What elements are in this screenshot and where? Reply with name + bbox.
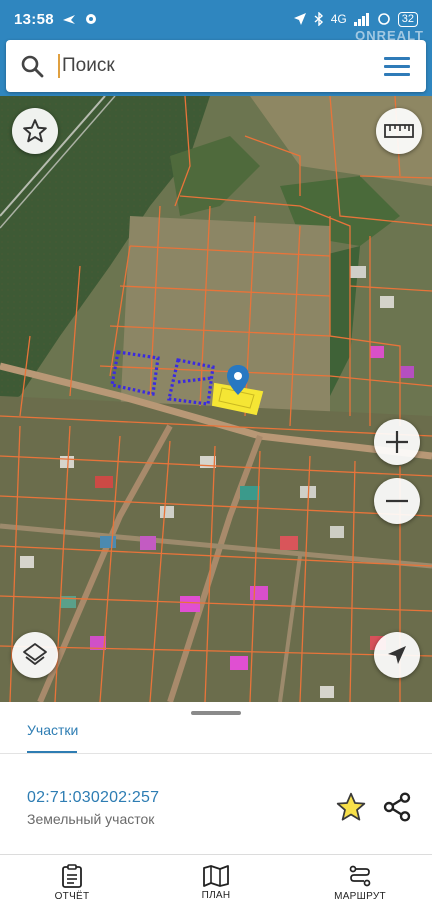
search-bar <box>6 40 426 92</box>
zoom-in-button[interactable] <box>374 419 420 465</box>
app-screen: 13:58 4G 32 ONREALT Поиск Участки 02:71:… <box>0 0 432 910</box>
settings-gear-icon <box>85 14 96 24</box>
layers-icon <box>23 643 47 665</box>
share-icon[interactable] <box>381 791 413 823</box>
ruler-icon <box>384 124 414 138</box>
zoom-in-icon <box>386 431 408 453</box>
nav-route-label: МАРШРУТ <box>334 891 386 902</box>
nav-report[interactable]: ОТЧЁТ <box>0 856 144 910</box>
map-plan-icon <box>203 865 229 887</box>
parcel-cadastral-number[interactable]: 02:71:030202:257 <box>27 789 159 807</box>
tab-divider <box>0 753 432 754</box>
nav-route[interactable]: МАРШРУТ <box>288 856 432 910</box>
search-header <box>0 38 432 96</box>
favorites-button[interactable] <box>12 108 58 154</box>
airplane-icon <box>62 15 75 24</box>
sheet-drag-handle[interactable] <box>191 711 241 715</box>
favorite-star-icon[interactable] <box>335 791 367 823</box>
zoom-out-icon <box>386 499 408 503</box>
search-input[interactable] <box>58 54 368 78</box>
nav-divider <box>0 854 432 855</box>
zoom-out-button[interactable] <box>374 478 420 524</box>
battery-level: 32 <box>397 11 418 27</box>
navigation-arrow-icon <box>388 646 406 664</box>
network-type: 4G <box>330 12 347 26</box>
status-time: 13:58 <box>14 10 54 28</box>
route-icon <box>349 865 371 887</box>
nav-plan-label: ПЛАН <box>201 890 231 901</box>
tab-parcels[interactable]: Участки <box>27 722 78 738</box>
nav-report-label: ОТЧЁТ <box>54 891 90 902</box>
sync-icon <box>377 13 390 25</box>
watermark: ONREALT <box>355 28 424 43</box>
parcel-type: Земельный участок <box>27 811 155 827</box>
ruler-button[interactable] <box>376 108 422 154</box>
location-arrow-icon <box>293 13 306 25</box>
map-view[interactable] <box>0 96 432 702</box>
location-pin-icon <box>227 365 249 395</box>
star-outline-icon <box>23 119 47 143</box>
layers-button[interactable] <box>12 632 58 678</box>
satellite-map <box>0 96 432 702</box>
report-icon <box>62 864 82 888</box>
menu-icon[interactable] <box>368 56 426 76</box>
bottom-navigation: ОТЧЁТ ПЛАН МАРШРУТ <box>0 856 432 910</box>
nav-plan[interactable]: ПЛАН <box>144 856 288 910</box>
signal-strength-icon <box>353 12 369 26</box>
my-location-button[interactable] <box>374 632 420 678</box>
bluetooth-icon <box>314 12 323 26</box>
bottom-sheet: Участки 02:71:030202:257 Земельный участ… <box>0 702 432 910</box>
search-icon[interactable] <box>6 54 58 78</box>
